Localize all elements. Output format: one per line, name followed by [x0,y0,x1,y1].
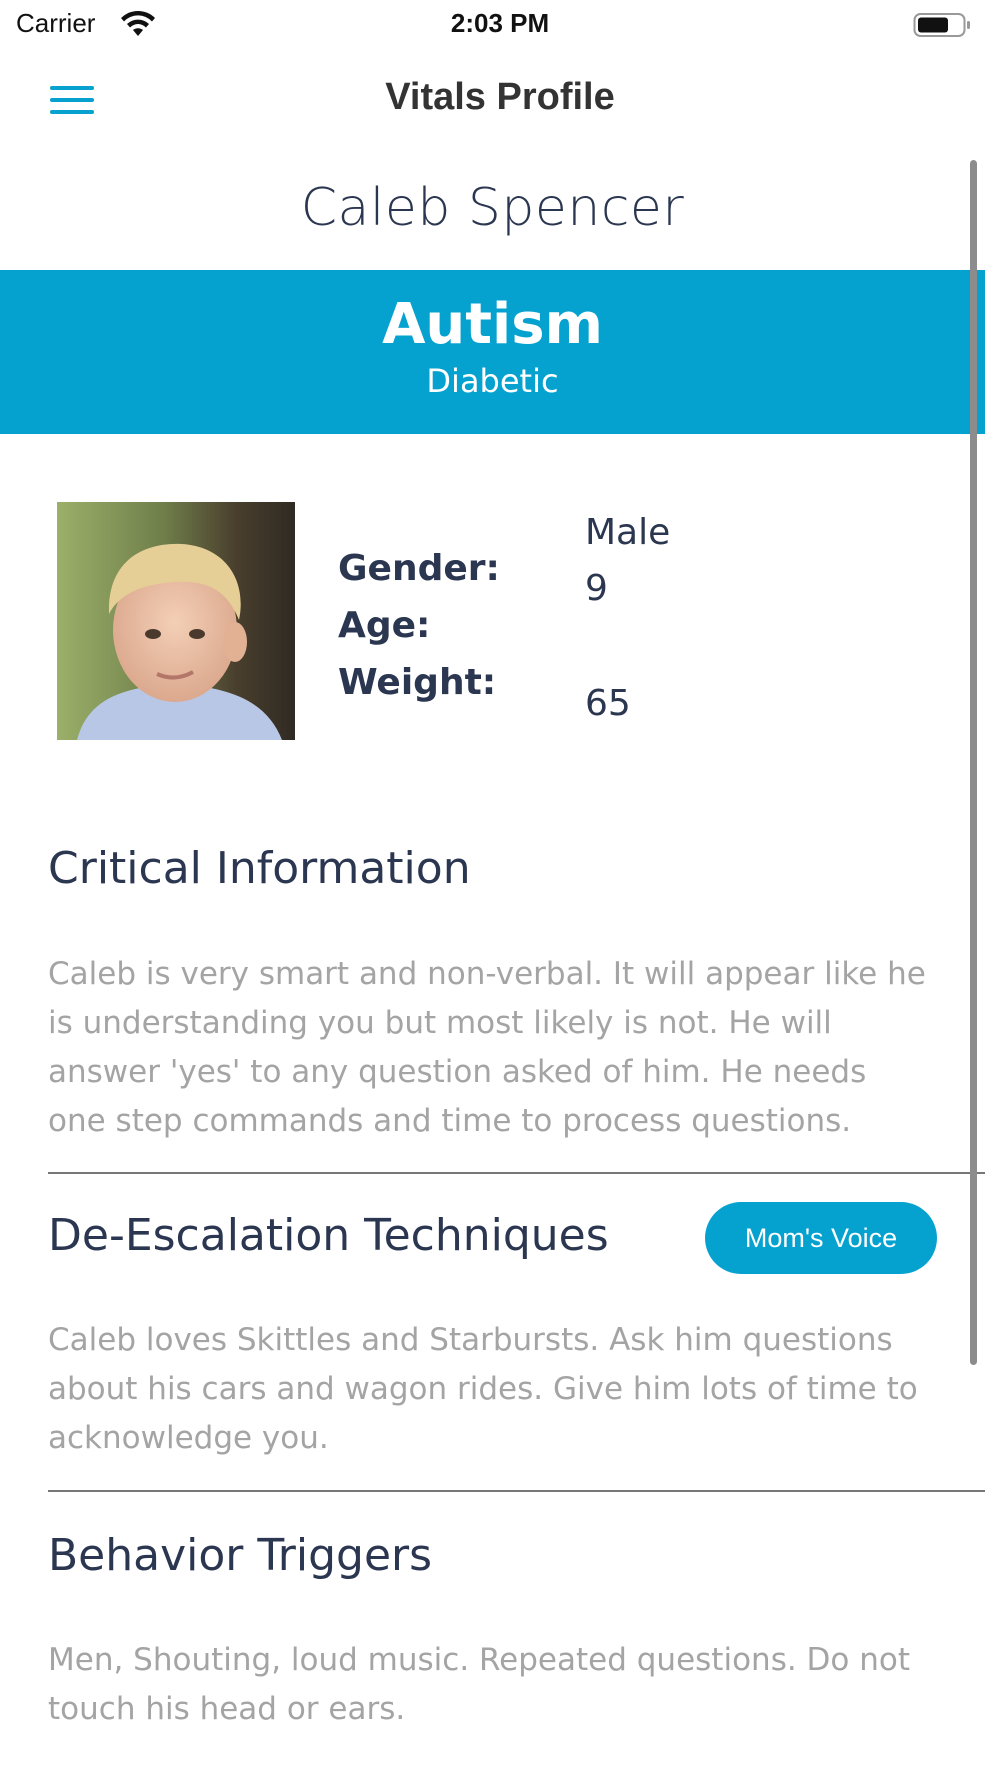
gender-value: Male [585,512,671,553]
divider [48,1490,985,1492]
status-bar: Carrier 2:03 PM [0,0,1000,50]
critical-information-body: Caleb is very smart and non-verbal. It w… [48,956,926,1139]
critical-information-title: Critical Information [48,843,471,894]
navigation-bar: Vitals Profile [0,52,1000,148]
battery-icon [913,13,970,37]
primary-condition: Autism [382,292,603,357]
profile-name: Caleb Spencer [300,178,685,238]
behavior-triggers-title: Behavior Triggers [48,1530,433,1581]
age-value: 9 [585,568,608,609]
weight-value: 65 [585,683,631,724]
vitals-labels: Gender: Age: Weight: [338,540,500,711]
scrollbar[interactable] [970,160,977,1365]
condition-banner: Autism Diabetic [0,270,985,434]
divider [48,1172,985,1174]
profile-photo [57,502,295,740]
gender-label: Gender: [338,548,500,589]
secondary-condition: Diabetic [426,362,559,400]
weight-label: Weight: [338,662,497,703]
deescalation-title: De-Escalation Techniques [48,1210,609,1261]
deescalation-body: Caleb loves Skittles and Starbursts. Ask… [48,1322,918,1456]
behavior-triggers-body: Men, Shouting, loud music. Repeated ques… [48,1642,911,1727]
moms-voice-button[interactable]: Mom's Voice [705,1202,937,1274]
age-label: Age: [338,605,431,646]
page-title: Vitals Profile [385,76,615,118]
status-time: 2:03 PM [450,8,550,38]
